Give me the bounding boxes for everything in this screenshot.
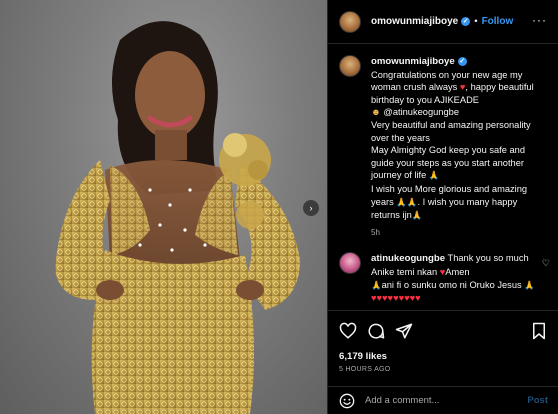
more-options-icon[interactable]: ··· [532,13,547,27]
mention-link[interactable]: @atinukeogungbe [381,107,459,117]
verified-badge-icon: ✓ [457,57,467,66]
comment-avatar[interactable] [339,252,361,275]
follow-button[interactable]: Follow [482,16,514,27]
instagram-post: › omowunmiajiboye ✓ • Follow ··· omowunmi… [0,0,558,414]
bookmark-icon[interactable] [530,322,548,340]
avatar[interactable] [339,10,361,33]
post-header: omowunmiajiboye ✓ • Follow ··· [328,0,558,44]
photo-illustration [55,21,300,414]
comment-username[interactable]: atinukeogungbe [371,253,445,264]
verified-badge-icon: ✓ [461,17,471,26]
post-actions: 6,179 likes 5 HOURS AGO [328,310,558,373]
caption-line3: Very beautiful and amazing personality o… [371,119,531,181]
post-comment-button[interactable]: Post [527,395,548,406]
emoji-icon[interactable] [339,393,355,409]
like-comment-icon[interactable]: ♡ [542,258,550,269]
action-row [339,321,548,341]
caption-username-text[interactable]: omowunmiajiboye [371,56,455,67]
smile-emoji-icon: ☻ [371,107,381,118]
pray-emoji-icon: 🙏 [371,280,382,291]
share-icon[interactable] [395,322,413,340]
pray-emoji-icon: 🙏 [428,171,440,182]
username-text[interactable]: omowunmiajiboye [371,16,458,27]
caption-username[interactable]: omowunmiajiboye ✓ [371,56,467,67]
caption-body: omowunmiajiboye ✓ Congratulations on your… [371,55,541,239]
likes-count[interactable]: 6,179 likes [339,351,548,362]
caption: omowunmiajiboye ✓ Congratulations on your… [339,55,548,239]
add-comment-bar: Post [328,386,558,414]
header-username[interactable]: omowunmiajiboye ✓ [371,16,471,27]
separator-dot: • [474,16,478,27]
pray-emoji-icon: 🙏 [524,280,535,291]
comment-body: atinukeogungbe Thank you so much Anike t… [371,252,541,304]
comment-icon[interactable] [367,322,385,340]
post-photo[interactable]: › [0,0,327,414]
hearts-emoji-icon: ♥♥♥♥♥♥♥♥♥ [371,293,421,304]
caption-time: 5h [371,227,380,237]
pray-emoji-icon: 🙏🙏 [396,197,418,208]
pray-emoji-icon: 🙏 [411,211,423,222]
comments-section: omowunmiajiboye ✓ Congratulations on your… [328,45,558,315]
comment-input[interactable] [365,395,528,406]
post-timestamp: 5 HOURS AGO [339,366,391,373]
comment-text2: Amen [445,266,470,277]
heart-icon[interactable] [339,322,357,340]
caption-text: Congratulations on your new age my woman… [371,70,534,222]
comment: atinukeogungbe Thank you so much Anike t… [339,252,550,304]
comment-text3: ani fi o sunku omo ni Oruko Jesus [381,279,525,290]
chevron-right-icon: › [309,203,313,213]
post-side-panel: omowunmiajiboye ✓ • Follow ··· omowunmiaj… [327,0,558,414]
caption-avatar[interactable] [339,55,361,77]
next-image-button[interactable]: › [303,200,319,216]
